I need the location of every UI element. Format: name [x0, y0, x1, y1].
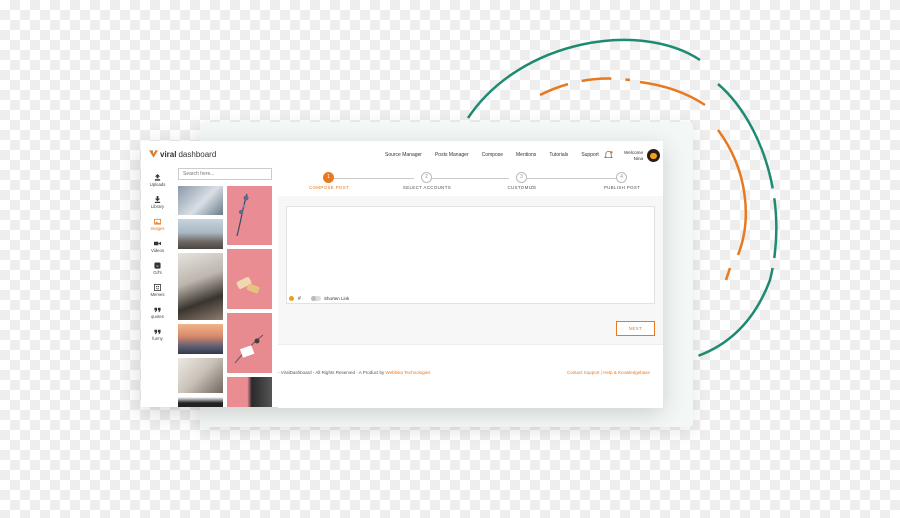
- search-input[interactable]: [178, 168, 272, 180]
- sidebar-item-label: Library: [150, 204, 165, 209]
- gallery-image[interactable]: [178, 324, 223, 354]
- top-bar: viral dashboard Source Manager Posts Mana…: [141, 141, 663, 169]
- object-graphic: [234, 334, 264, 364]
- shorten-link-toggle[interactable]: [311, 296, 321, 301]
- company-link[interactable]: Webbika Technologies: [385, 370, 430, 375]
- nav-mentions[interactable]: Mentions: [516, 152, 536, 158]
- emoji-icon[interactable]: [289, 296, 294, 301]
- post-text-editor[interactable]: [286, 206, 655, 304]
- editor-toolbar: # Shorten Link: [286, 294, 655, 304]
- footer: - ViralDashboard - All Rights Reserved -…: [278, 344, 663, 408]
- footer-copyright: - ViralDashboard - All Rights Reserved -…: [278, 370, 430, 375]
- gallery-image[interactable]: [178, 186, 223, 215]
- sidebar-item-memes[interactable]: Memes: [141, 284, 174, 297]
- sidebar-item-videos[interactable]: Videos: [141, 240, 174, 253]
- quote-icon: [154, 307, 161, 313]
- image-gallery: [178, 186, 272, 407]
- nav-support[interactable]: Support: [581, 152, 599, 158]
- step-3-circle[interactable]: 3: [516, 172, 527, 183]
- step-2-label: SELECT ACCOUNTS: [402, 185, 452, 190]
- meme-icon: [154, 284, 161, 291]
- welcome-text: Welcome Nina: [624, 150, 643, 162]
- media-sidebar: Uploads Library Images Videos G Gif's Me…: [141, 169, 174, 407]
- logo-v-icon: [149, 150, 158, 158]
- step-1-label: COMPOSE POST: [308, 185, 350, 190]
- gallery-image[interactable]: [227, 313, 272, 373]
- step-connector: [334, 178, 414, 179]
- sidebar-item-uploads[interactable]: Uploads: [141, 174, 174, 187]
- logo-word-dashboard: dashboard: [178, 149, 217, 159]
- sidebar-item-label: Gif's: [153, 270, 162, 275]
- step-2-circle[interactable]: 2: [421, 172, 432, 183]
- download-icon: [154, 196, 161, 203]
- svg-text:G: G: [156, 264, 158, 268]
- images-icon: [154, 218, 161, 225]
- sidebar-item-label: quotes: [151, 314, 164, 319]
- flower-graphic: [236, 193, 249, 237]
- app-window: viral dashboard Source Manager Posts Mana…: [141, 141, 663, 408]
- sidebar-item-library[interactable]: Library: [141, 196, 174, 209]
- sidebar-item-label: Memes: [150, 292, 165, 297]
- hashtag-icon[interactable]: #: [298, 296, 301, 302]
- copyright-text: - ViralDashboard - All Rights Reserved -…: [278, 370, 385, 375]
- contact-support-link[interactable]: Contact Support: [567, 370, 600, 375]
- step-3-label: CUSTOMIZE: [507, 185, 537, 190]
- progress-steps: 1 COMPOSE POST 2 SELECT ACCOUNTS 3 CUSTO…: [278, 169, 663, 196]
- sidebar-item-label: Videos: [150, 248, 165, 253]
- sidebar-item-label: funny: [152, 336, 163, 341]
- sidebar-item-label: Uploads: [149, 182, 166, 187]
- sidebar-item-quotes[interactable]: quotes: [141, 306, 174, 319]
- gallery-image[interactable]: [227, 249, 272, 309]
- step-4-circle[interactable]: 4: [616, 172, 627, 183]
- sidebar-item-label: Images: [150, 226, 165, 231]
- step-4-label: PUBLISH POST: [603, 185, 641, 190]
- footer-links: Contact Support | Help & Knowledgebase: [567, 370, 650, 375]
- gallery-image[interactable]: [178, 397, 223, 407]
- logo[interactable]: viral dashboard: [149, 149, 216, 159]
- nav-compose[interactable]: Compose: [482, 152, 503, 158]
- nav-tutorials[interactable]: Tutorials: [549, 152, 568, 158]
- sidebar-item-funny[interactable]: funny: [141, 328, 174, 341]
- gallery-image[interactable]: [227, 377, 272, 407]
- sidebar-item-images[interactable]: Images: [141, 218, 174, 231]
- quote-icon: [154, 329, 161, 335]
- next-button[interactable]: NEXT: [616, 321, 655, 336]
- gif-icon: G: [154, 262, 161, 269]
- object-graphic: [236, 277, 260, 294]
- help-link[interactable]: Help & Knowledgebase: [603, 370, 650, 375]
- gallery-image[interactable]: [178, 219, 223, 249]
- step-1-circle[interactable]: 1: [323, 172, 334, 183]
- bell-icon[interactable]: [604, 150, 613, 160]
- step-connector: [527, 178, 617, 179]
- compose-area: 1 COMPOSE POST 2 SELECT ACCOUNTS 3 CUSTO…: [278, 169, 663, 408]
- upload-icon: [154, 174, 161, 181]
- gallery-image[interactable]: [178, 358, 223, 393]
- nav-posts-manager[interactable]: Posts Manager: [435, 152, 469, 158]
- logo-word-viral: viral: [160, 149, 177, 159]
- step-connector: [432, 178, 509, 179]
- video-icon: [154, 241, 161, 246]
- footer-separator: |: [600, 370, 602, 375]
- avatar[interactable]: [647, 149, 660, 162]
- main-nav: Source Manager Posts Manager Compose Men…: [385, 152, 599, 158]
- shorten-link-label: Shorten Link: [324, 296, 350, 301]
- gallery-image[interactable]: [227, 186, 272, 245]
- nav-source-manager[interactable]: Source Manager: [385, 152, 422, 158]
- sidebar-item-gifs[interactable]: G Gif's: [141, 262, 174, 275]
- gallery-image[interactable]: [178, 253, 223, 320]
- user-name: Nina: [633, 156, 644, 161]
